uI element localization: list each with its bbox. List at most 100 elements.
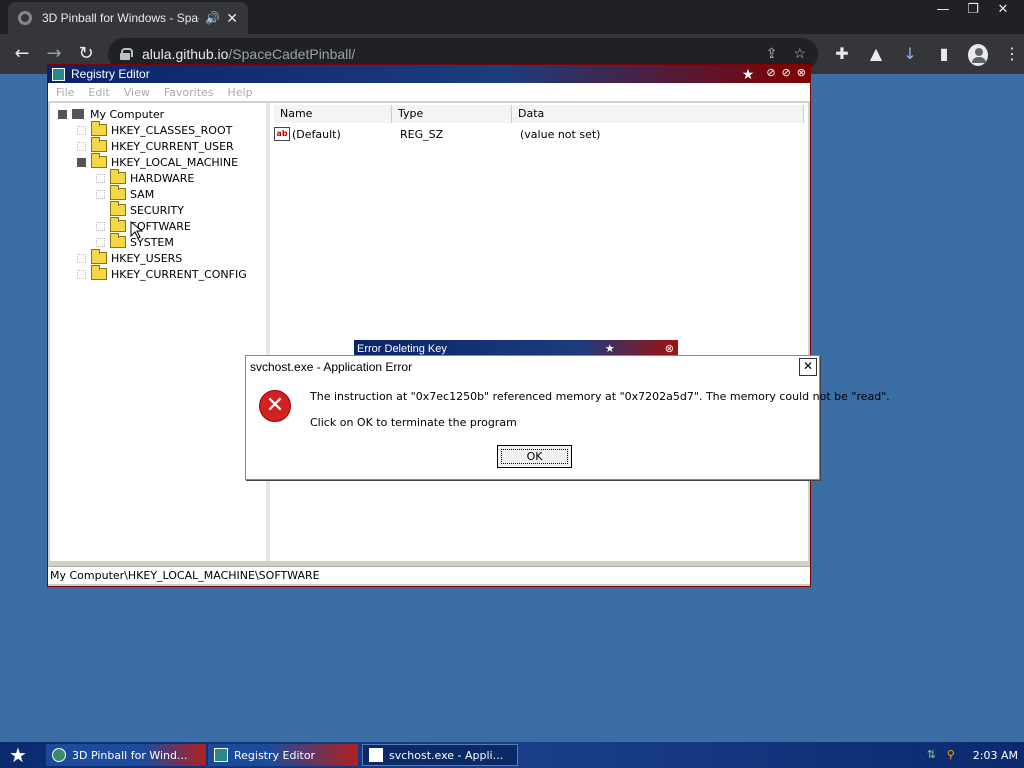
close-icon[interactable]: ⊗ [797,66,806,83]
tree-label: HARDWARE [130,171,195,185]
column-header-type[interactable]: Type [392,105,512,123]
tree-label: My Computer [90,107,165,121]
window-icon [369,748,383,762]
values-list: Name Type Data ab (Default) REG_SZ (valu… [270,103,808,561]
expand-icon[interactable] [77,125,86,135]
folder-icon [91,265,107,280]
dialog-title[interactable]: svchost.exe - Application Error [246,356,819,378]
column-header-data[interactable]: Data [512,105,804,123]
expand-icon[interactable] [77,253,86,263]
folder-icon [91,137,107,152]
profile-avatar-icon[interactable] [968,44,988,66]
tree-item-hku[interactable]: HKEY_USERS [77,249,183,266]
folder-icon [91,121,107,136]
menu-file[interactable]: File [56,86,74,99]
taskbar-item-svchost[interactable]: svchost.exe - Appli... [362,744,518,766]
value-type: REG_SZ [400,127,444,141]
collapse-icon[interactable] [77,157,86,167]
registry-tree: My Computer HKEY_CLASSES_ROOT HKEY_CURRE… [50,103,266,561]
url-path: /SpaceCadetPinball/ [228,46,356,62]
forward-arrow-icon[interactable]: → [43,44,65,66]
expand-icon[interactable] [77,269,86,279]
regedit-titlebar[interactable]: Registry Editor ★ ⊘ ⊘ ⊗ [48,65,810,83]
search-icon[interactable]: ⚲ [947,748,961,762]
restore-button[interactable]: ❐ [958,0,988,18]
taskbar: ★ 3D Pinball for Wind... Registry Editor… [0,742,1024,768]
back-arrow-icon[interactable]: ← [11,44,33,66]
taskbar-item-pinball[interactable]: 3D Pinball for Wind... [46,744,206,766]
side-panel-icon[interactable]: ▮ [934,44,954,66]
menu-kebab-icon[interactable]: ⋮ [1002,44,1022,66]
task-label: 3D Pinball for Wind... [72,748,188,762]
tab-close-icon[interactable]: ✕ [226,10,238,27]
tree-item-my-computer[interactable]: My Computer [58,106,164,122]
system-tray: ⇅ ⚲ 2:03 AM [927,744,1018,766]
expand-icon[interactable] [77,141,86,151]
tree-label: HKEY_USERS [111,251,183,265]
regedit-app-icon [52,67,65,81]
minimize-button[interactable]: — [928,0,958,18]
extensions-puzzle-icon[interactable]: ✚ [832,44,852,66]
close-window-button[interactable]: ✕ [988,0,1018,18]
menu-help[interactable]: Help [228,86,253,99]
folder-icon [110,169,126,184]
start-star-button[interactable]: ★ [6,744,30,766]
tree-item-hkcr[interactable]: HKEY_CLASSES_ROOT [77,121,232,138]
tree-item-security[interactable]: SECURITY [96,201,184,218]
tree-item-hkcu[interactable]: HKEY_CURRENT_USER [77,137,234,154]
taskbar-item-regedit[interactable]: Registry Editor [208,744,358,766]
tree-item-hkcc[interactable]: HKEY_CURRENT_CONFIG [77,265,247,282]
menu-favorites[interactable]: Favorites [164,86,214,99]
clock[interactable]: 2:03 AM [973,749,1018,762]
expand-icon[interactable] [96,221,105,231]
dialog-close-button[interactable]: ✕ [799,358,817,376]
error-deleting-key-title: Error Deleting Key [357,343,447,355]
tree-label: HKEY_LOCAL_MACHINE [111,155,239,169]
download-icon[interactable]: ↓ [900,44,920,66]
bookmark-star-icon[interactable]: ☆ [793,45,806,62]
labs-flask-icon[interactable]: ▲ [866,44,886,66]
tree-item-hardware[interactable]: HARDWARE [96,169,195,186]
folder-icon [110,185,126,200]
menu-edit[interactable]: Edit [88,86,109,99]
folder-icon [91,153,107,168]
browser-tabstrip: 3D Pinball for Windows - Space Cadet 🔊 ✕… [0,0,1024,34]
network-icon[interactable]: ⇅ [927,748,941,762]
error-icon: ✕ [259,390,291,422]
tab-title: 3D Pinball for Windows - Space Cadet [42,11,199,25]
maximize-icon[interactable]: ⊘ [782,66,791,83]
tree-item-hklm[interactable]: HKEY_LOCAL_MACHINE [77,153,239,170]
folder-icon [110,233,126,248]
browser-tab[interactable]: 3D Pinball for Windows - Space Cadet 🔊 ✕ [8,2,248,34]
expand-icon[interactable] [96,189,105,199]
tab-favicon-icon [18,11,32,25]
tree-label: HKEY_CURRENT_CONFIG [111,267,247,281]
extension-icons: ✚ ▲ ↓ ▮ ⋮ [832,44,1022,66]
list-row[interactable]: ab (Default) REG_SZ (value not set) [274,125,804,143]
folder-icon [110,201,126,216]
tree-item-sam[interactable]: SAM [96,185,154,202]
folder-icon [110,217,126,232]
folder-icon [91,249,107,264]
url-domain: alula.github.io [142,46,229,62]
task-label: svchost.exe - Appli... [389,748,504,762]
minimize-icon[interactable]: ⊘ [766,66,775,83]
share-icon[interactable]: ⇪ [766,45,778,62]
lock-icon[interactable] [120,48,133,60]
error-instruction: Click on OK to terminate the program [310,416,517,429]
regedit-title: Registry Editor [71,67,150,81]
collapse-icon[interactable] [58,109,67,119]
ok-button-label: OK [501,449,568,464]
ok-button[interactable]: OK [497,445,572,468]
expand-icon[interactable] [96,237,105,247]
column-header-name[interactable]: Name [274,105,392,123]
reload-icon[interactable]: ↻ [75,44,97,66]
regedit-icon [214,748,228,762]
value-name: (Default) [292,127,341,141]
value-data: (value not set) [520,127,601,141]
menu-view[interactable]: View [124,86,150,99]
tab-audio-icon[interactable]: 🔊 [205,11,220,25]
regedit-menubar: File Edit View Favorites Help [48,83,810,101]
expand-icon[interactable] [96,173,105,183]
application-error-dialog: svchost.exe - Application Error ✕ ✕ The … [245,355,890,480]
